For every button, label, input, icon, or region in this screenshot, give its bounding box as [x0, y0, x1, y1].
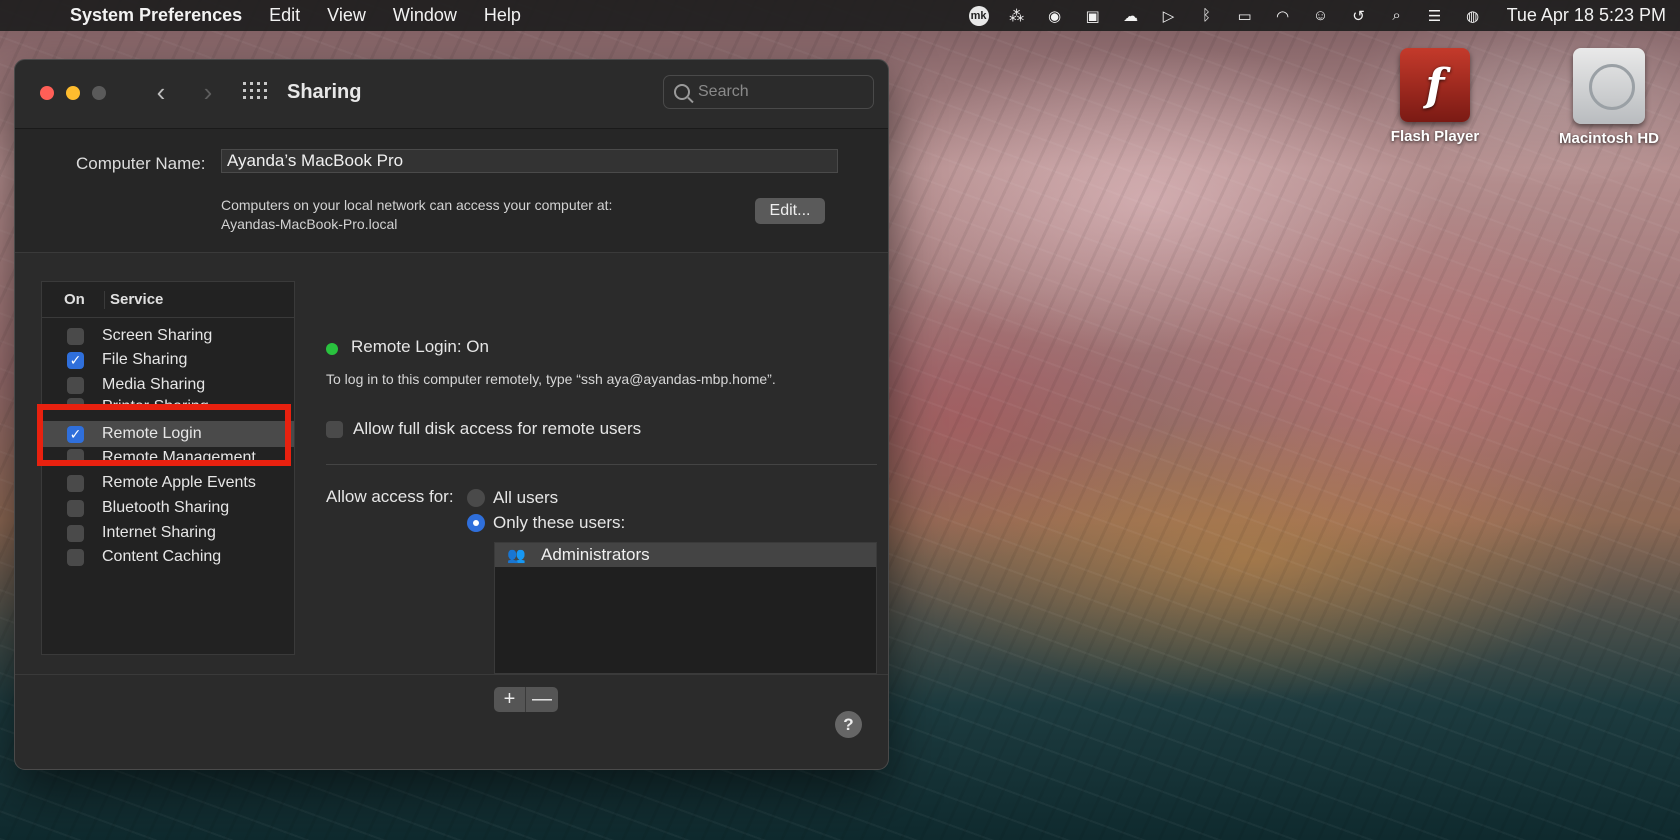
siri-icon[interactable]: ◍ [1463, 6, 1483, 26]
menu-bar: System Preferences Edit View Window Help… [0, 0, 1680, 31]
window-title: Sharing [287, 81, 362, 103]
bluetooth-icon[interactable]: ᛒ [1197, 6, 1217, 26]
flash-player-icon: f [1400, 48, 1470, 122]
checkbox[interactable] [67, 524, 84, 542]
checkbox-checked[interactable] [67, 351, 84, 369]
time-machine-icon[interactable]: ↺ [1349, 6, 1369, 26]
service-label: File Sharing [102, 351, 188, 368]
spotlight-icon[interactable]: ⌕ [1387, 6, 1407, 26]
close-button[interactable] [40, 86, 54, 100]
computer-name-field[interactable]: Ayanda’s MacBook Pro [221, 149, 838, 173]
help-button[interactable]: ? [835, 711, 862, 738]
mk-icon[interactable]: mk [968, 5, 989, 26]
add-remove-controls: + — [494, 687, 558, 712]
checkbox[interactable] [67, 548, 84, 566]
sharing-body: On Service Screen Sharing File Sharing M… [15, 253, 888, 712]
status-description: To log in to this computer remotely, typ… [326, 371, 776, 387]
desktop-flash-label: Flash Player [1390, 128, 1480, 145]
desktop-macintosh-hd[interactable]: Macintosh HD [1544, 48, 1674, 147]
forward-chevron-icon[interactable]: › [193, 77, 223, 107]
service-row-remote-apple-events[interactable]: Remote Apple Events [42, 470, 294, 496]
search-field[interactable] [663, 75, 874, 109]
checkbox[interactable] [326, 420, 343, 438]
status-on-indicator [326, 343, 338, 355]
service-label: Media Sharing [102, 376, 206, 393]
copy-icon[interactable]: ▣ [1083, 6, 1103, 26]
network-info: Computers on your local network can acce… [221, 196, 612, 234]
services-list: On Service Screen Sharing File Sharing M… [41, 281, 295, 655]
user-icon[interactable]: ☺ [1311, 6, 1331, 26]
menu-edit[interactable]: Edit [269, 5, 300, 26]
service-label: Internet Sharing [102, 524, 216, 541]
checkbox[interactable] [67, 474, 84, 492]
menu-clock[interactable]: Tue Apr 18 5:23 PM [1507, 5, 1666, 26]
checkbox[interactable] [67, 327, 84, 345]
service-row-bluetooth-sharing[interactable]: Bluetooth Sharing [42, 495, 294, 521]
dots-icon[interactable]: ⁂ [1007, 6, 1027, 26]
divider [326, 464, 877, 465]
menu-app-name[interactable]: System Preferences [70, 5, 242, 26]
header-service: Service [110, 291, 164, 308]
add-user-button[interactable]: + [494, 687, 526, 712]
wifi-icon[interactable]: ◠ [1273, 6, 1293, 26]
radio-only-these-users[interactable]: Only these users: [467, 513, 625, 533]
show-all-grid-icon[interactable] [243, 82, 267, 102]
checkbox[interactable] [67, 499, 84, 517]
services-header: On Service [42, 282, 294, 318]
zoom-button[interactable] [92, 86, 106, 100]
sharing-window: ‹ › Sharing Computer Name: Ayanda’s MacB… [14, 59, 889, 770]
hard-drive-icon [1573, 48, 1645, 124]
list-item[interactable]: 👥 Administrators [495, 543, 876, 567]
network-address: Ayandas-MacBook-Pro.local [221, 216, 398, 232]
service-row-internet-sharing[interactable]: Internet Sharing [42, 520, 294, 546]
users-list[interactable]: 👥 Administrators [494, 542, 877, 674]
battery-icon[interactable]: ▭ [1235, 6, 1255, 26]
service-label: Content Caching [102, 548, 222, 565]
service-row-content-caching[interactable]: Content Caching [42, 544, 294, 570]
service-label: Screen Sharing [102, 327, 213, 344]
remove-user-button[interactable]: — [526, 687, 558, 712]
control-center-icon[interactable]: ☰ [1425, 6, 1445, 26]
radio-only-users-label: Only these users: [493, 513, 626, 532]
group-icon: 👥 [507, 547, 526, 564]
header-on: On [42, 290, 105, 309]
full-disk-access-option[interactable]: Allow full disk access for remote users [326, 419, 641, 439]
minimize-button[interactable] [66, 86, 80, 100]
menu-help[interactable]: Help [484, 5, 521, 26]
network-info-line1: Computers on your local network can acce… [221, 197, 613, 213]
edit-button[interactable]: Edit... [755, 198, 825, 224]
full-disk-access-label: Allow full disk access for remote users [353, 419, 642, 438]
grammarly-icon[interactable]: ◉ [1045, 6, 1065, 26]
search-input[interactable] [698, 83, 848, 101]
service-row-screen-sharing[interactable]: Screen Sharing [42, 323, 294, 349]
service-label: Bluetooth Sharing [102, 499, 230, 516]
radio-all-users-label: All users [493, 488, 559, 507]
checkbox[interactable] [67, 376, 84, 394]
service-row-media-sharing[interactable]: Media Sharing [42, 372, 294, 398]
search-icon [674, 84, 690, 100]
service-row-file-sharing[interactable]: File Sharing [42, 347, 294, 373]
window-toolbar: ‹ › Sharing [15, 60, 888, 128]
status-title: Remote Login: On [351, 337, 489, 356]
menu-view[interactable]: View [327, 5, 366, 26]
menu-window[interactable]: Window [393, 5, 457, 26]
radio-button-selected[interactable] [467, 514, 485, 532]
back-chevron-icon[interactable]: ‹ [146, 77, 176, 107]
computer-name-section [15, 128, 888, 253]
creative-cloud-icon[interactable]: ☁ [1121, 6, 1141, 26]
desktop-hd-label: Macintosh HD [1558, 130, 1659, 147]
play-icon[interactable]: ▷ [1159, 6, 1179, 26]
radio-all-users[interactable]: All users [467, 488, 558, 508]
service-label: Remote Apple Events [102, 474, 256, 491]
computer-name-label: Computer Name: [76, 154, 206, 173]
desktop-flash-player[interactable]: f Flash Player [1370, 48, 1500, 145]
highlight-box [37, 404, 291, 466]
allow-access-label: Allow access for: [326, 487, 454, 506]
radio-button[interactable] [467, 489, 485, 507]
user-label: Administrators [541, 545, 650, 564]
